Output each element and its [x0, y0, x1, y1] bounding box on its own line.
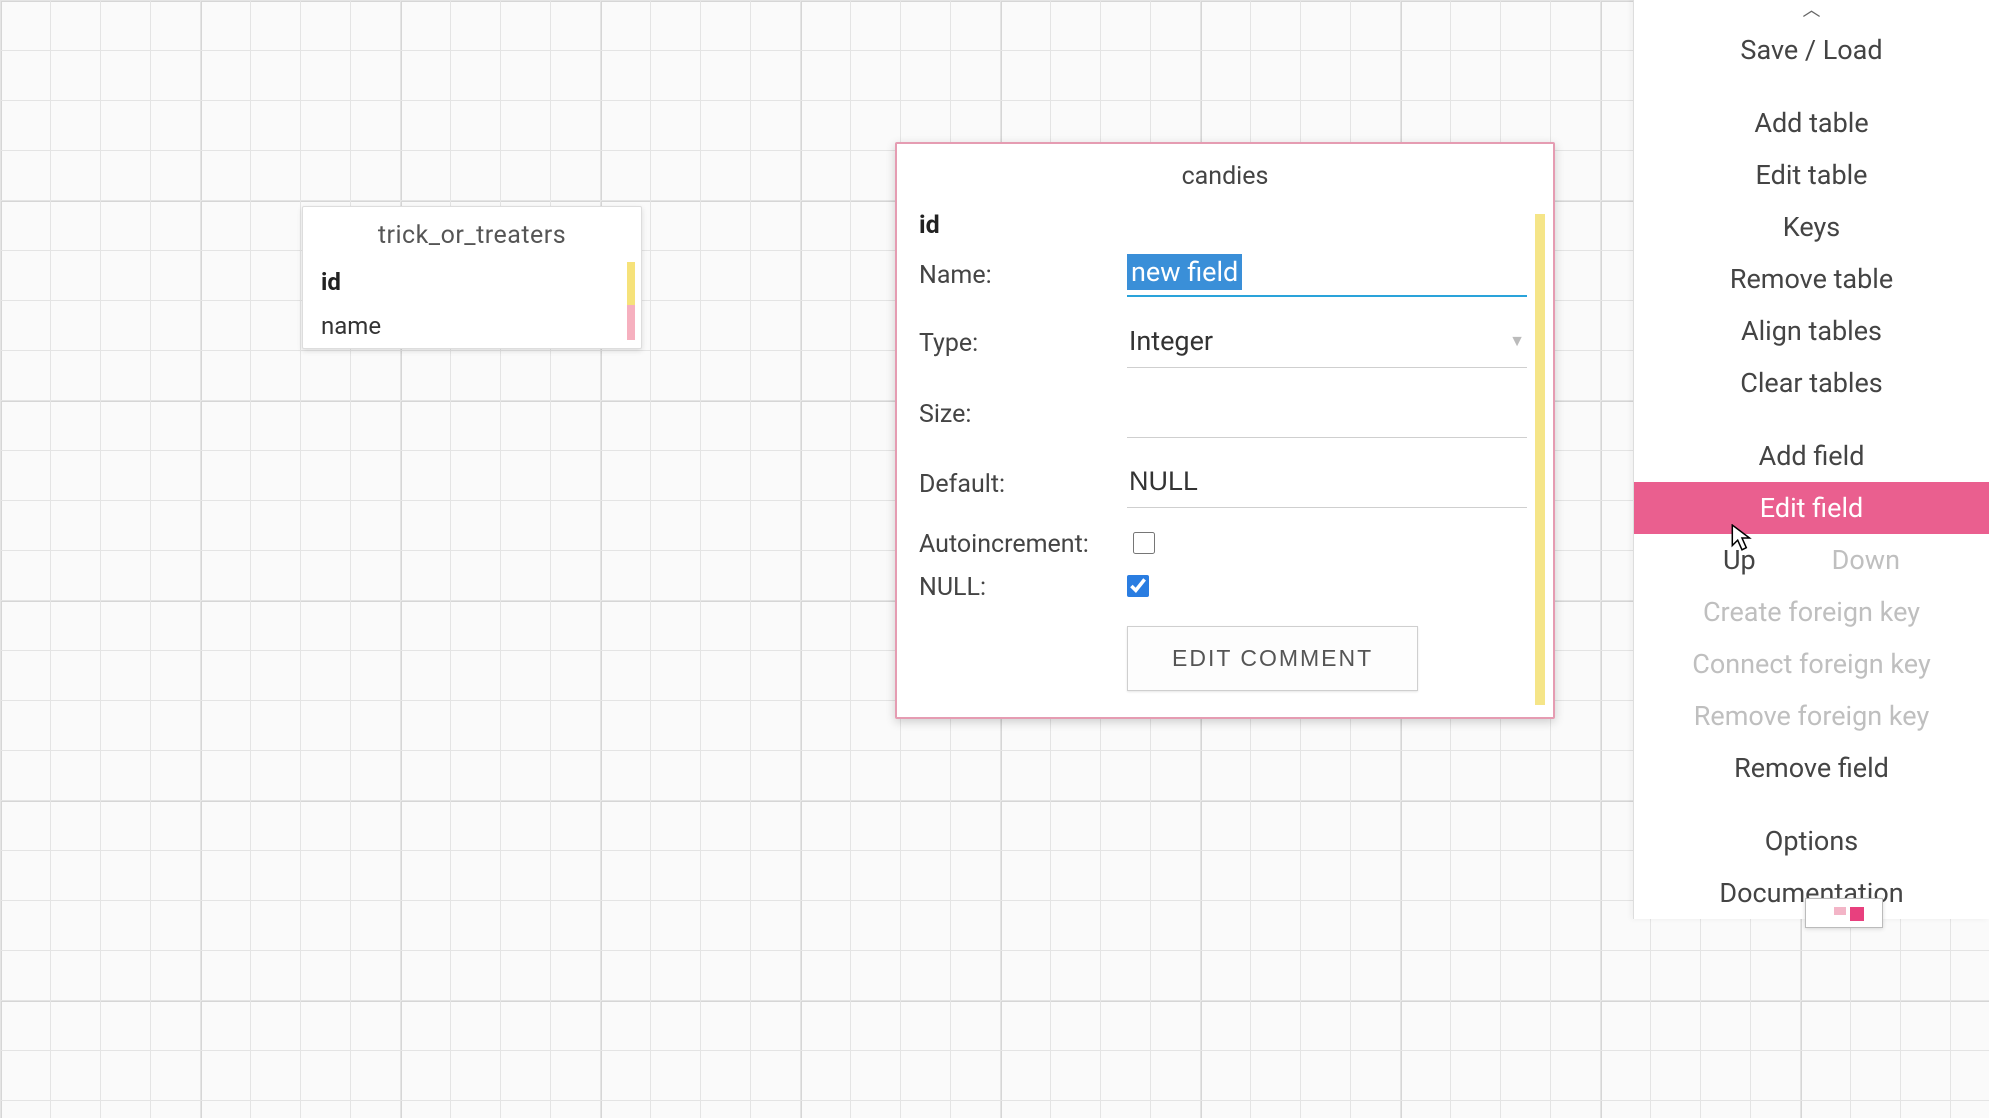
field-null-checkbox[interactable] [1127, 575, 1149, 597]
table-field[interactable]: name [303, 304, 641, 348]
label-name: Name: [919, 261, 1109, 290]
sidebar-create-fk[interactable]: Create foreign key [1634, 586, 1989, 638]
minimap[interactable] [1805, 898, 1883, 928]
field-type-value: Integer [1129, 325, 1213, 357]
table-stripe [627, 262, 635, 340]
sidebar-keys[interactable]: Keys [1634, 201, 1989, 253]
chevron-down-icon: ▼ [1509, 331, 1525, 351]
sidebar-field-up[interactable]: Up [1715, 534, 1764, 586]
sidebar-edit-table[interactable]: Edit table [1634, 149, 1989, 201]
field-default-input[interactable] [1127, 460, 1527, 508]
table-edit-panel-candies[interactable]: candies id Name: new field Type: Integer… [895, 142, 1555, 719]
sidebar-connect-fk[interactable]: Connect foreign key [1634, 638, 1989, 690]
label-size: Size: [919, 400, 1109, 429]
label-autoincrement: Autoincrement: [919, 530, 1115, 559]
sidebar-edit-field[interactable]: Edit field [1634, 482, 1989, 534]
sidebar-save-load[interactable]: Save / Load [1634, 24, 1989, 76]
sidebar-remove-fk[interactable]: Remove foreign key [1634, 690, 1989, 742]
label-null: NULL: [919, 573, 1109, 602]
field-autoincrement-checkbox[interactable] [1133, 532, 1155, 554]
label-default: Default: [919, 470, 1109, 499]
table-title: candies [897, 144, 1553, 205]
sidebar-remove-table[interactable]: Remove table [1634, 253, 1989, 305]
sidebar-clear-tables[interactable]: Clear tables [1634, 357, 1989, 409]
table-field-pk[interactable]: id [897, 205, 1553, 254]
sidebar-align-tables[interactable]: Align tables [1634, 305, 1989, 357]
table-card-trick-or-treaters[interactable]: trick_or_treaters id name [302, 206, 642, 349]
table-title: trick_or_treaters [303, 207, 641, 260]
table-field-pk[interactable]: id [303, 260, 641, 304]
sidebar-add-field[interactable]: Add field [1634, 430, 1989, 482]
sidebar-options[interactable]: Options [1634, 815, 1989, 867]
field-type-select[interactable]: Integer ▼ [1127, 319, 1527, 368]
sidebar: ︿ Save / Load Add table Edit table Keys … [1633, 0, 1989, 919]
sidebar-field-down[interactable]: Down [1824, 534, 1908, 586]
minimap-table-a [1834, 907, 1846, 915]
sidebar-add-table[interactable]: Add table [1634, 97, 1989, 149]
field-editor-form: Name: new field Type: Integer ▼ Size: [897, 254, 1553, 717]
label-type: Type: [919, 329, 1109, 358]
edit-comment-button[interactable]: EDIT COMMENT [1127, 626, 1418, 691]
panel-stripe [1535, 214, 1545, 705]
minimap-table-b [1850, 907, 1864, 921]
sidebar-collapse-icon[interactable]: ︿ [1634, 0, 1989, 24]
field-size-input[interactable] [1127, 390, 1527, 438]
field-name-selection: new field [1127, 254, 1242, 290]
sidebar-remove-field[interactable]: Remove field [1634, 742, 1989, 794]
